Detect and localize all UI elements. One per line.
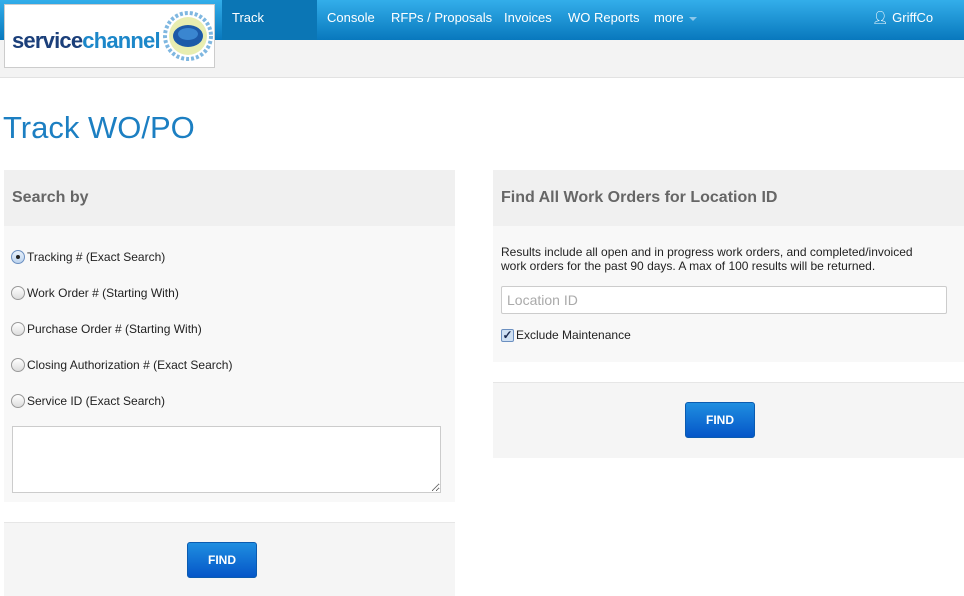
location-header: Find All Work Orders for Location ID	[493, 170, 964, 226]
radio-label: Closing Authorization # (Exact Search)	[27, 358, 233, 372]
user-menu[interactable]: 👤︎ GriffCo Inc	[862, 0, 964, 61]
chevron-down-icon	[688, 16, 697, 21]
gear-logo-icon	[163, 11, 213, 61]
radio-tracking[interactable]: Tracking # (Exact Search)	[11, 250, 165, 264]
radio-label: Tracking # (Exact Search)	[27, 250, 166, 264]
logo-text: servicechannel	[12, 28, 161, 53]
search-by-header: Search by	[4, 170, 455, 226]
radio-label: Purchase Order # (Starting With)	[27, 322, 202, 336]
checkbox-label: Exclude Maintenance	[516, 328, 631, 342]
nav-invoices[interactable]: Invoices	[494, 0, 562, 40]
nav-console[interactable]: Console	[317, 0, 385, 40]
radio-button[interactable]	[11, 394, 25, 408]
radio-label: Service ID (Exact Search)	[27, 394, 166, 408]
nav-wo-reports[interactable]: WO Reports	[558, 0, 650, 40]
checkmark-icon[interactable]: ✓	[501, 328, 514, 342]
location-description: Results include all open and in progress…	[501, 245, 913, 273]
nav-track-wo-po[interactable]: Track WO/PO	[222, 0, 317, 61]
user-icon: 👤︎	[872, 10, 889, 25]
location-find-button[interactable]: FIND	[685, 402, 755, 438]
radio-work-order[interactable]: Work Order # (Starting With)	[11, 286, 179, 300]
radio-closing-authorization[interactable]: Closing Authorization # (Exact Search)	[11, 358, 232, 372]
nav-more[interactable]: more	[644, 0, 707, 40]
radio-purchase-order[interactable]: Purchase Order # (Starting With)	[11, 322, 202, 336]
page-title: Track WO/PO	[3, 110, 195, 145]
search-textarea[interactable]	[12, 426, 441, 493]
radio-button[interactable]	[11, 322, 25, 336]
location-id-input[interactable]	[501, 286, 947, 314]
find-button[interactable]: FIND	[187, 542, 257, 578]
radio-service-id[interactable]: Service ID (Exact Search)	[11, 394, 165, 408]
nav-more-label: more	[654, 10, 684, 25]
radio-button[interactable]	[11, 250, 25, 264]
servicechannel-logo[interactable]: servicechannel	[4, 4, 215, 68]
radio-button[interactable]	[11, 358, 25, 372]
exclude-maintenance-checkbox[interactable]: ✓ Exclude Maintenance	[501, 328, 631, 342]
nav-rfps-proposals[interactable]: RFPs / Proposals	[381, 0, 502, 40]
radio-button[interactable]	[11, 286, 25, 300]
radio-label: Work Order # (Starting With)	[27, 286, 179, 300]
